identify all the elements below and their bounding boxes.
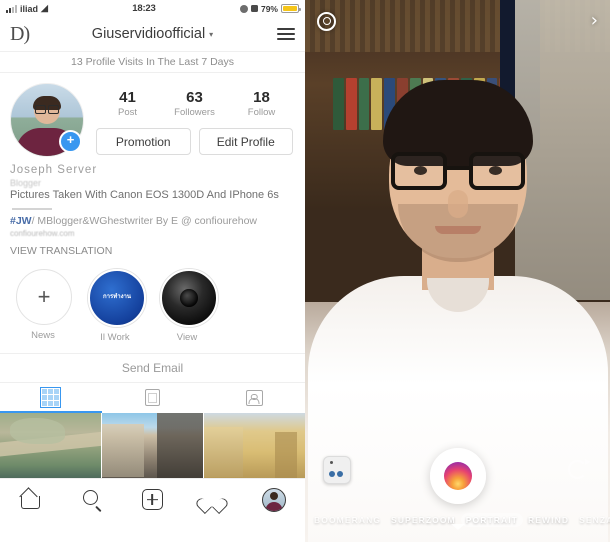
mode-senza-tenere[interactable]: SENZA TENERE [574,513,610,527]
stat-followers-label: Followers [174,107,215,118]
avatar-glasses-icon [35,104,59,114]
battery-percent-label: 79% [260,3,278,14]
camera-mode-selector: BOOMERANG SUPERZOOM PORTRAIT REWIND SENZ… [305,512,610,530]
edit-profile-button[interactable]: Edit Profile [198,128,293,155]
status-bar-left: iliad ◢ [6,4,48,14]
signal-bars-icon [6,5,17,13]
stat-posts[interactable]: 41 Post [102,89,154,118]
plus-icon: + [16,268,72,325]
bio-tagline-rest: / MBlogger&WGhestwriter By E @ confioure… [31,214,258,227]
highlight-work-cover: การทำงาน [88,268,146,327]
status-bar-right: 79% [239,3,301,14]
highlight-work-label: Il Work [100,331,130,343]
mode-portrait[interactable]: PORTRAIT [460,513,523,527]
stat-following[interactable]: 18 Follow [236,89,288,118]
subject-mouth [434,226,481,234]
stat-posts-label: Post [117,107,137,118]
username-label: Giuservidioofficial [91,26,206,42]
tab-feed[interactable] [102,383,204,413]
add-story-button[interactable]: + [59,130,82,153]
feed-list-icon [145,389,160,406]
mode-boomerang[interactable]: BOOMERANG [309,513,386,527]
camera-top-bar: › [305,0,610,42]
story-highlights: + News การทำงาน Il Work View [0,257,305,343]
chevron-down-icon: ▾ [209,29,214,39]
status-bar-time: 18:23 [132,3,156,14]
location-icon [239,4,248,13]
view-translation-link[interactable]: VIEW TRANSLATION [10,245,295,257]
dual-screenshot: iliad ◢ 18:23 79% D) Giuservidioofficial… [0,0,610,542]
highlight-view[interactable]: View [160,268,218,343]
wifi-icon: ◢ [41,3,48,13]
instagram-profile-screen: iliad ◢ 18:23 79% D) Giuservidioofficial… [0,0,306,542]
battery-icon [280,4,301,13]
subject-glasses-icon [390,152,525,192]
bio-hashtag[interactable]: #JW [10,215,32,227]
flip-camera-icon[interactable] [564,456,592,484]
stat-posts-value: 41 [119,89,136,106]
profile-bio: Joseph Server Blogger Pictures Taken Wit… [0,155,305,257]
chevron-right-icon[interactable]: › [591,12,598,30]
camera-settings-icon[interactable] [317,11,336,31]
send-email-button[interactable]: Send Email [0,352,305,382]
heart-icon[interactable] [201,490,223,510]
stat-following-value: 18 [253,89,270,106]
profile-header: D) Giuservidioofficial ▾ [0,17,305,51]
profile-avatar-icon[interactable] [261,487,286,512]
avatar[interactable]: + [10,83,84,157]
bio-divider [12,208,52,210]
camera-lens-icon [160,268,218,327]
instagram-camera-screen: › BOOMERANG SUPERZOOM PORTRAIT REWIND SE… [305,0,610,542]
header-wrap: D) Giuservidioofficial ▾ [0,17,305,51]
highlight-new-label: News [31,329,55,341]
profile-visits-banner[interactable]: 13 Profile Visits In The Last 7 Days [0,51,305,73]
bio-url[interactable]: confiourehow.com [10,229,295,238]
grid-icon [40,387,62,408]
carrier-label: iliad [20,3,39,14]
highlight-new[interactable]: + News [16,268,72,343]
tab-grid[interactable] [0,383,102,413]
promotion-button[interactable]: Promotion [96,128,191,155]
grid-photo-2[interactable] [102,412,203,478]
profile-summary: + 41 Post 63 Followers 18 Follow Promoti… [0,73,305,157]
stat-followers-value: 63 [186,89,203,106]
shutter-core [443,462,472,490]
tagged-person-icon [245,389,263,406]
stats-row: 41 Post 63 Followers 18 Follow [94,83,295,118]
grid-photo-3[interactable] [204,412,306,478]
stats-column: 41 Post 63 Followers 18 Follow Promotion… [82,83,295,155]
home-icon[interactable] [19,488,42,511]
grid-photo-1[interactable] [0,412,101,478]
highlight-work[interactable]: การทำงาน Il Work [88,268,146,343]
photo-grid [0,412,306,478]
bio-tagline: #JW/ MBlogger&WGhestwriter By E @ confio… [10,215,295,227]
profile-tabs [0,381,305,413]
tab-tagged[interactable] [203,383,305,413]
gallery-thumbnail-icon[interactable] [323,456,351,484]
profile-buttons: Promotion Edit Profile [94,128,295,155]
highlight-work-cover-text: การทำงาน [103,294,131,300]
mode-rewind[interactable]: REWIND [523,513,574,527]
profile-row: + 41 Post 63 Followers 18 Follow Promoti… [10,83,295,157]
alarm-icon [250,5,258,12]
status-bar: iliad ◢ 18:23 79% [0,0,305,17]
hamburger-menu-icon[interactable] [277,28,295,40]
bottom-nav [0,477,305,521]
stat-following-label: Follow [247,107,276,118]
highlight-view-label: View [176,331,198,343]
stat-followers[interactable]: 63 Followers [169,89,221,118]
brand-logo: D) [10,22,30,45]
display-name: Joseph Server [10,164,98,176]
chevron-down-icon[interactable] [450,524,465,530]
shutter-button[interactable] [429,448,486,504]
search-icon[interactable] [81,488,104,511]
username-title[interactable]: Giuservidioofficial ▾ [92,26,213,42]
bio-description: Pictures Taken With Canon EOS 1300D And … [10,189,279,201]
plus-square-icon[interactable] [141,489,163,510]
subject-nose [447,190,468,218]
profile-category: Blogger [10,178,42,188]
